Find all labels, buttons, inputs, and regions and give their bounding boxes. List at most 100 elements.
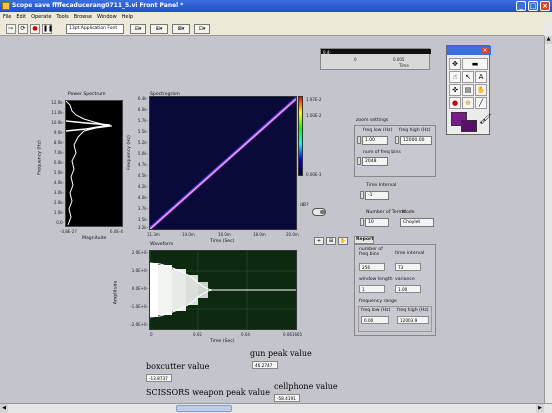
- sg-xtick: 14.0m: [182, 232, 195, 237]
- waveform-x-label: Time (Sec): [210, 339, 235, 344]
- time-interval-input[interactable]: -1: [365, 191, 389, 200]
- report-cluster: number of freq bins 256 time interval 73…: [354, 244, 436, 336]
- waveform-plot[interactable]: [149, 250, 297, 330]
- palette-close-icon[interactable]: ×: [481, 47, 489, 54]
- cellphone-value: -58.4191: [274, 394, 300, 402]
- scroll-up-icon[interactable]: ▲: [545, 36, 552, 44]
- top-graph-x-tick: 0: [354, 57, 357, 62]
- distribute-objects-icon[interactable]: ⊞▾: [150, 24, 168, 34]
- spectrogram-ridge: [150, 97, 296, 229]
- run-continuously-icon[interactable]: ⟳: [18, 24, 28, 34]
- top-graph-x-label: Time: [399, 63, 409, 68]
- wire-tool-icon[interactable]: ✜: [449, 84, 461, 96]
- wf-ytick: 1.0E+0-: [131, 268, 148, 273]
- vertical-scrollbar[interactable]: ▲: [544, 36, 552, 403]
- zoom-freq-high-stepper[interactable]: [395, 136, 399, 144]
- menu-bar: File Edit Operate Tools Browse Window He…: [0, 12, 552, 22]
- sg-ytick: 6.0k-: [137, 107, 148, 112]
- window-title-bar: Scope save ffffecaducerang0711_5.vi Fron…: [0, 0, 552, 12]
- horizontal-scroll-thumb[interactable]: [176, 405, 232, 412]
- db-toggle-switch[interactable]: [312, 208, 326, 216]
- auto-select-bar-icon[interactable]: ▬: [462, 58, 488, 70]
- position-tool-icon[interactable]: ↖: [462, 71, 474, 83]
- waveform-title: Waveform: [150, 242, 174, 247]
- close-icon[interactable]: ×: [540, 1, 550, 11]
- zoom-bins-input[interactable]: 2048: [362, 157, 388, 166]
- scroll-tool-icon[interactable]: ✋: [475, 84, 487, 96]
- zoom-bins-stepper[interactable]: [357, 157, 361, 165]
- wf-xtick: 0.02: [193, 332, 202, 337]
- report-window-length-label: window length: [359, 277, 393, 282]
- abort-icon[interactable]: ●: [30, 24, 40, 34]
- palette-title-bar: ×: [447, 46, 491, 55]
- align-objects-icon[interactable]: ⊟▾: [130, 24, 146, 34]
- power-spectrum-y-label: Frequency (Hz): [37, 140, 43, 175]
- power-spectrum-plot[interactable]: [65, 100, 123, 227]
- power-spectrum-y-ticks: 12.0k- 11.0k- 10.0k- 9.0k- 8.0k- 7.0k- 6…: [44, 100, 64, 228]
- resize-objects-icon[interactable]: ⊠▾: [172, 24, 190, 34]
- scroll-left-icon[interactable]: ◀: [0, 404, 8, 413]
- pan-tool-icon[interactable]: ✋: [338, 237, 348, 245]
- probe-tool-icon[interactable]: ⊕: [462, 97, 474, 109]
- breakpoint-tool-icon[interactable]: ●: [449, 97, 461, 109]
- mode-select[interactable]: Choylet: [400, 218, 434, 227]
- mode-label: Mode: [402, 210, 415, 215]
- sg-scale-tick: 1.97E-2: [306, 97, 322, 102]
- auto-tool-icon[interactable]: ✥: [449, 58, 461, 70]
- sg-ytick: 3.5k-: [137, 217, 148, 222]
- text-tool-icon[interactable]: A: [475, 71, 487, 83]
- operate-tool-icon[interactable]: ☝: [449, 71, 461, 83]
- boxcutter-value: -13.8737: [146, 374, 172, 382]
- shortcut-menu-tool-icon[interactable]: ▤: [462, 84, 474, 96]
- top-graph-plot-strip: [321, 49, 431, 54]
- wf-xtick: 0.04: [241, 332, 250, 337]
- zoom-tool-icon[interactable]: ⊞: [326, 237, 336, 245]
- zoom-freq-high-input[interactable]: 12000.00: [400, 136, 432, 145]
- menu-window[interactable]: Window: [97, 12, 117, 22]
- zoom-freq-low-input[interactable]: 1.00: [362, 136, 388, 145]
- menu-help[interactable]: Help: [122, 12, 133, 22]
- report-window-length-value: 1: [359, 285, 385, 293]
- horizontal-scrollbar[interactable]: ◀ ▶: [0, 403, 552, 413]
- num-terms-input[interactable]: 10: [365, 218, 389, 227]
- paintbrush-tool-icon[interactable]: 🖌: [479, 114, 492, 125]
- menu-edit[interactable]: Edit: [16, 12, 26, 22]
- time-interval-label: Time Interval: [366, 183, 397, 188]
- maximize-icon[interactable]: □: [528, 1, 538, 11]
- report-freq-high-label: freq high (Hz): [397, 308, 429, 313]
- minimize-icon[interactable]: _: [516, 1, 526, 11]
- sg-ytick: 5.7k-: [137, 118, 148, 123]
- num-terms-stepper[interactable]: [360, 218, 364, 226]
- toolbar-right-edge: [544, 22, 552, 36]
- boxcutter-label: boxcutter value: [146, 362, 210, 371]
- spectrogram-plot[interactable]: [149, 96, 297, 230]
- scroll-right-icon[interactable]: ▶: [536, 404, 544, 413]
- top-mini-graph[interactable]: 0.4- 0 0.005 Time: [320, 48, 431, 70]
- menu-browse[interactable]: Browse: [74, 12, 92, 22]
- report-frequency-range-box: freq low (Hz) 0.00 freq high (Hz) 12003.…: [358, 306, 432, 332]
- spectrogram-color-scale[interactable]: [298, 96, 303, 176]
- cursor-tool-icon[interactable]: +: [314, 237, 324, 245]
- sg-ytick: 3.7k-: [137, 206, 148, 211]
- time-interval-stepper[interactable]: [360, 191, 364, 199]
- sg-ytick: 6.4k-: [137, 96, 148, 101]
- run-arrow-icon[interactable]: ⇨: [6, 24, 16, 34]
- ps-ytick: 10.0k-: [51, 120, 64, 125]
- ps-xtick: -3.8E-27: [60, 229, 77, 234]
- zoom-freq-low-stepper[interactable]: [357, 136, 361, 144]
- reorder-icon[interactable]: ⊡▾: [194, 24, 210, 34]
- report-tab[interactable]: Report: [354, 236, 374, 244]
- font-selector[interactable]: 13pt Application Font: [66, 24, 124, 34]
- sg-ytick: 4.7k-: [137, 162, 148, 167]
- report-variance-label: variance: [395, 277, 415, 282]
- report-frequency-range-label: frequency range: [359, 299, 397, 304]
- menu-tools[interactable]: Tools: [56, 12, 68, 22]
- menu-operate[interactable]: Operate: [31, 12, 51, 22]
- menu-file[interactable]: File: [3, 12, 11, 22]
- pause-icon[interactable]: ❚❚: [42, 24, 53, 34]
- color-background-icon[interactable]: [461, 120, 477, 132]
- color-copy-tool-icon[interactable]: ╱: [475, 97, 487, 109]
- report-num-bins-value: 256: [359, 263, 385, 271]
- power-spectrum-x-label: Magnitude: [82, 236, 107, 241]
- spectrogram-x-label: Time (Sec): [210, 239, 235, 244]
